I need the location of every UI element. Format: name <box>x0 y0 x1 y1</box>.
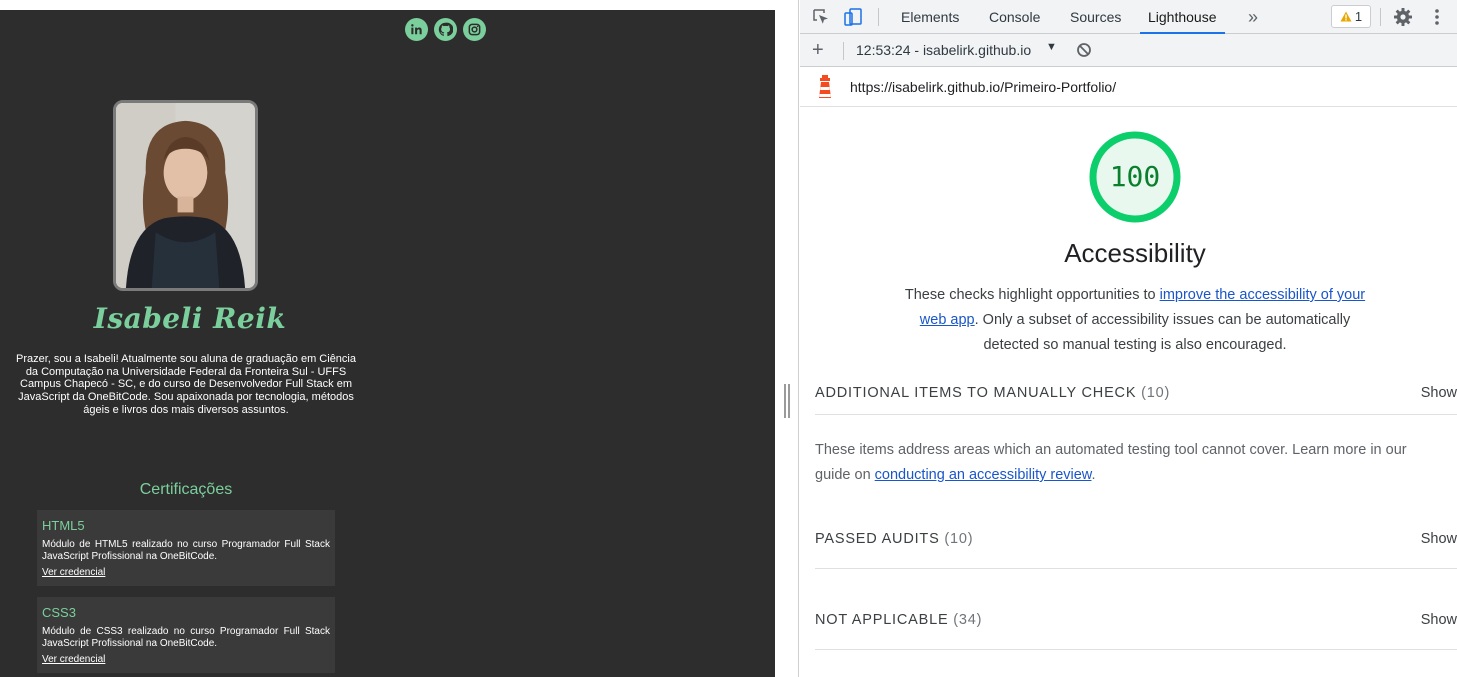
certification-card: CSS3 Módulo de CSS3 realizado no curso P… <box>37 597 335 673</box>
view-credential-link[interactable]: Ver credencial <box>42 567 105 578</box>
devtools-splitter[interactable] <box>775 0 799 677</box>
category-description: These checks highlight opportunities to … <box>890 283 1380 358</box>
group-title-text: Not applicable <box>815 612 949 628</box>
group-title: Additional items to manually check (10) <box>815 385 1170 401</box>
group-not-applicable[interactable]: Not applicable (34) Show <box>815 602 1457 650</box>
profile-name: Isabeli Reik <box>93 302 287 335</box>
profile-photo <box>113 100 258 291</box>
tab-elements[interactable]: Elements <box>899 0 961 34</box>
tab-bar-divider <box>878 8 879 26</box>
certification-card: HTML5 Módulo de HTML5 realizado no curso… <box>37 510 335 586</box>
devtools-tab-bar: Elements Console Sources Lighthouse » 1 <box>800 0 1457 34</box>
report-dropdown-caret-icon[interactable]: ▼ <box>1046 41 1057 53</box>
customize-menu-button[interactable] <box>1426 6 1448 28</box>
lighthouse-logo-icon <box>816 75 834 104</box>
category-description-text: These checks highlight opportunities to <box>904 287 1160 303</box>
instagram-icon <box>468 23 481 36</box>
report-url-bar: https://isabelirk.github.io/Primeiro-Por… <box>800 67 1457 107</box>
group-title: Passed audits (10) <box>815 531 973 547</box>
manual-checks-description: These items address areas which an autom… <box>815 438 1445 488</box>
show-manual-checks-toggle[interactable]: Show <box>1421 385 1457 401</box>
score-value: 100 <box>1109 160 1161 193</box>
manual-checks-description-text: . <box>1091 467 1096 483</box>
github-icon <box>438 22 453 37</box>
tab-lighthouse[interactable]: Lighthouse <box>1140 0 1225 34</box>
profile-bio: Prazer, sou a Isabeli! Atualmente sou al… <box>16 353 356 416</box>
profile-photo-image <box>116 103 255 288</box>
certification-name: HTML5 <box>42 518 85 533</box>
kebab-menu-icon <box>1435 9 1439 25</box>
certification-description: Módulo de HTML5 realizado no curso Progr… <box>42 539 330 562</box>
group-title: Not applicable (34) <box>815 612 982 628</box>
splitter-grip-icon[interactable] <box>784 384 790 418</box>
device-toolbar-button[interactable] <box>842 6 864 28</box>
group-title-text: Passed audits <box>815 531 940 547</box>
group-passed-audits[interactable]: Passed audits (10) Show <box>815 521 1457 569</box>
warnings-count: 1 <box>1354 9 1363 24</box>
category-title: Accessibility <box>1064 238 1206 268</box>
instagram-link[interactable] <box>463 18 486 41</box>
group-count: (10) <box>944 531 974 547</box>
settings-button[interactable] <box>1392 6 1414 28</box>
show-not-applicable-toggle[interactable]: Show <box>1421 612 1457 628</box>
inspect-element-button[interactable] <box>810 6 832 28</box>
portfolio-page: Isabeli Reik Prazer, sou a Isabeli! Atua… <box>0 10 775 677</box>
device-mobile-icon <box>844 8 862 26</box>
github-link[interactable] <box>434 18 457 41</box>
certification-name: CSS3 <box>42 605 76 620</box>
tab-console[interactable]: Console <box>987 0 1042 34</box>
linkedin-icon <box>411 24 422 35</box>
website-viewport: Isabeli Reik Prazer, sou a Isabeli! Atua… <box>0 0 775 677</box>
category-description-text: . Only a subset of accessibility issues … <box>974 312 1351 353</box>
devtools-panel: Elements Console Sources Lighthouse » 1 <box>800 0 1457 677</box>
group-count: (10) <box>1141 385 1171 401</box>
social-links <box>405 18 486 41</box>
clear-block-icon <box>1077 43 1091 57</box>
lighthouse-toolbar: + 12:53:24 - isabelirk.github.io ▼ <box>800 34 1457 67</box>
report-url[interactable]: https://isabelirk.github.io/Primeiro-Por… <box>850 79 1116 95</box>
accessibility-review-link[interactable]: conducting an accessibility review <box>875 467 1092 483</box>
new-report-button[interactable]: + <box>812 40 824 60</box>
gear-icon <box>1394 8 1412 26</box>
toolbar-divider <box>843 42 844 60</box>
report-selector[interactable]: 12:53:24 - isabelirk.github.io <box>856 42 1031 58</box>
warnings-counter[interactable]: 1 <box>1331 5 1371 28</box>
clear-reports-button[interactable] <box>1076 42 1092 63</box>
more-tabs-chevron-icon[interactable]: » <box>1246 0 1260 34</box>
tab-sources[interactable]: Sources <box>1068 0 1123 34</box>
linkedin-link[interactable] <box>405 18 428 41</box>
view-credential-link[interactable]: Ver credencial <box>42 654 105 665</box>
group-manual-checks[interactable]: Additional items to manually check (10) … <box>815 375 1457 415</box>
show-passed-audits-toggle[interactable]: Show <box>1421 531 1457 547</box>
warning-triangle-icon <box>1340 11 1352 22</box>
certifications-heading: Certificações <box>139 481 233 498</box>
inspect-cursor-icon <box>813 9 828 24</box>
group-title-text: Additional items to manually check <box>815 385 1137 401</box>
group-count: (34) <box>953 612 983 628</box>
tab-bar-divider <box>1380 8 1381 26</box>
certification-description: Módulo de CSS3 realizado no curso Progra… <box>42 626 330 649</box>
